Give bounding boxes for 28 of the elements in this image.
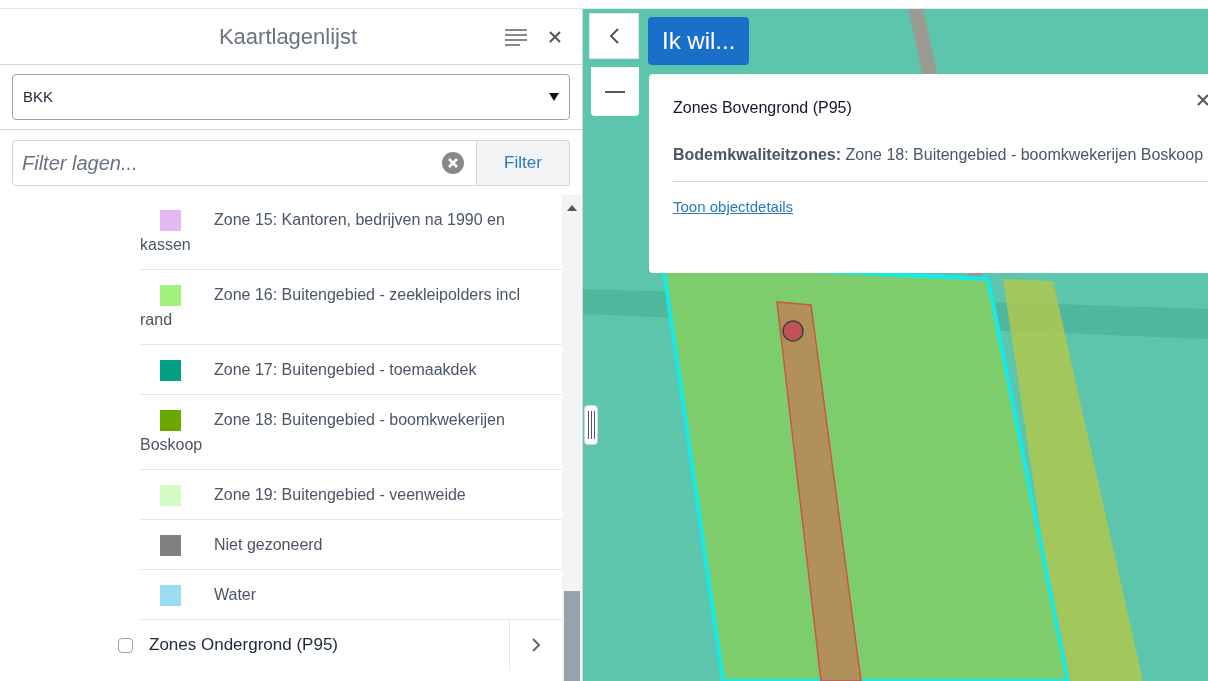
chevron-left-icon[interactable] bbox=[608, 27, 620, 45]
legend-label: Zone 17: Buitengebied - toemaakdek bbox=[214, 361, 477, 378]
legend-label: Water bbox=[214, 586, 257, 603]
layer-select[interactable]: BKK bbox=[12, 74, 570, 120]
minus-icon bbox=[605, 90, 625, 93]
legend-label: Zone 19: Buitengebied - veenweide bbox=[214, 486, 466, 503]
action-button[interactable]: Ik wil... bbox=[648, 17, 750, 65]
layer-checkbox[interactable] bbox=[118, 637, 133, 653]
layer-name[interactable]: Zones Ondergrond (P95) bbox=[149, 632, 509, 658]
caret-icon bbox=[549, 93, 559, 101]
chevron-right-icon[interactable] bbox=[531, 638, 541, 652]
legend-label: Zone 15: Kantoren, bedrijven na 1990 en kassen bbox=[140, 211, 505, 253]
popup-title: Zones Bovengrond (P95) bbox=[673, 98, 852, 118]
legend-label: Zone 18: Buitengebied - boomkwekerijen Boskoop bbox=[140, 411, 505, 453]
panel-title: Kaartlagenlijst bbox=[218, 24, 358, 49]
splitter-handle[interactable] bbox=[584, 405, 598, 445]
legend-label: Zone 16: Buitengebied - zeekleipolders incl rand bbox=[140, 286, 520, 328]
filter-button[interactable]: Filter bbox=[477, 139, 570, 186]
close-icon[interactable] bbox=[548, 29, 562, 44]
scrollbar[interactable] bbox=[562, 195, 582, 681]
scroll-thumb[interactable] bbox=[564, 591, 580, 681]
scroll-up-icon[interactable] bbox=[567, 205, 577, 211]
legend-label: Niet gezoneerd bbox=[214, 536, 323, 553]
object-details-link[interactable]: Toon objectdetails bbox=[673, 196, 794, 219]
close-icon[interactable] bbox=[1197, 94, 1208, 106]
list-icon[interactable] bbox=[504, 27, 528, 46]
clear-icon[interactable] bbox=[442, 151, 464, 174]
popup-text: Bodemkwaliteitzones: Zone 18: Buitengebied - boomkwekerijen Boskoop bbox=[673, 145, 1205, 165]
